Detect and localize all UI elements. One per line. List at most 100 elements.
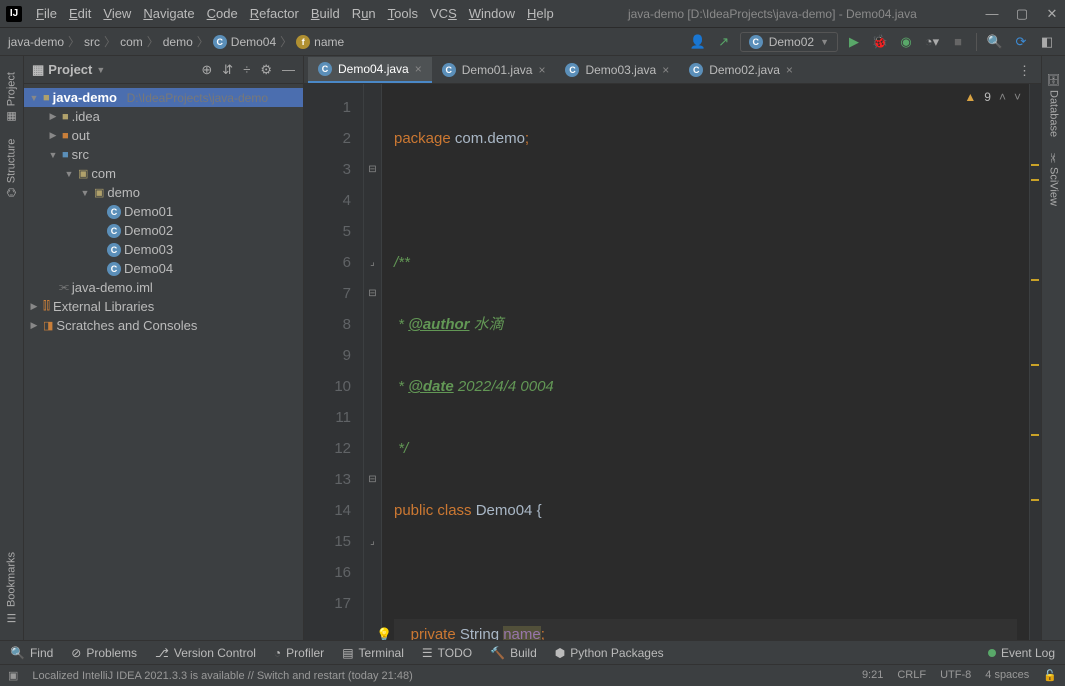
problems-tool[interactable]: ⊘ Problems xyxy=(71,646,137,660)
crumb-src[interactable]: src xyxy=(84,35,100,49)
editor-tab[interactable]: CDemo01.java× xyxy=(432,57,556,83)
select-opened-file-icon[interactable]: ⊕ xyxy=(201,62,212,78)
close-tab-icon[interactable]: × xyxy=(415,62,422,76)
tree-node-src[interactable]: ▼■src xyxy=(24,145,303,164)
close-tab-icon[interactable]: × xyxy=(538,63,545,77)
tree-node-ext-lib[interactable]: ▶⫿⫿External Libraries xyxy=(24,297,303,316)
tree-node-iml[interactable]: ⫘java-demo.iml xyxy=(24,278,303,297)
error-stripe[interactable] xyxy=(1029,84,1041,640)
tree-node-class[interactable]: CDemo03 xyxy=(24,240,303,259)
run-button[interactable]: ▶ xyxy=(844,32,864,52)
menu-run[interactable]: Run xyxy=(346,4,382,23)
coverage-button[interactable]: ◉ xyxy=(896,32,916,52)
tree-node-com[interactable]: ▼▣com xyxy=(24,164,303,183)
fold-icon[interactable]: ⊟ xyxy=(364,154,381,185)
run-config-select[interactable]: C Demo02 ▼ xyxy=(740,32,838,52)
menu-tools[interactable]: Tools xyxy=(382,4,424,23)
stop-button[interactable]: ■ xyxy=(948,32,968,52)
warning-count[interactable]: 9 xyxy=(984,90,991,104)
debug-button[interactable]: 🐞 xyxy=(870,32,890,52)
class-icon: C xyxy=(689,63,703,77)
hide-panel-icon[interactable]: — xyxy=(282,62,295,78)
field-icon: f xyxy=(296,35,310,49)
expander-icon[interactable]: ▼ xyxy=(28,93,40,103)
expander-icon[interactable]: ▶ xyxy=(28,320,40,331)
search-icon[interactable]: 🔍 xyxy=(985,32,1005,52)
sync-icon[interactable]: ⟳ xyxy=(1011,32,1031,52)
find-tool[interactable]: 🔍 Find xyxy=(10,646,53,660)
vcs-tool[interactable]: ⎇ Version Control xyxy=(155,646,256,660)
close-tab-icon[interactable]: × xyxy=(662,63,669,77)
ide-settings-icon[interactable]: ◧ xyxy=(1037,32,1057,52)
tree-node-demo[interactable]: ▼▣demo xyxy=(24,183,303,202)
expander-icon[interactable]: ▶ xyxy=(47,111,59,122)
close-tab-icon[interactable]: × xyxy=(786,63,793,77)
menu-file[interactable]: File xyxy=(30,4,63,23)
event-log-tool[interactable]: Event Log xyxy=(988,646,1055,660)
database-tool-tab[interactable]: 🗄 Database xyxy=(1044,64,1063,145)
project-tool-tab[interactable]: ▦ Project xyxy=(2,64,21,131)
menu-vcs[interactable]: VCS xyxy=(424,4,463,23)
status-message[interactable]: Localized IntelliJ IDEA 2021.3.3 is avai… xyxy=(32,670,412,682)
panel-settings-icon[interactable]: ⚙ xyxy=(260,62,272,78)
python-packages-tool[interactable]: ⬢ Python Packages xyxy=(555,646,664,660)
class-icon: C xyxy=(107,205,121,219)
collapse-all-icon[interactable]: ÷ xyxy=(243,62,250,78)
maximize-button[interactable]: ▢ xyxy=(1015,6,1029,22)
fold-end-icon[interactable]: ⌟ xyxy=(364,526,381,557)
structure-tool-tab[interactable]: ⌬ Structure xyxy=(2,131,21,205)
minimize-button[interactable]: — xyxy=(985,6,999,22)
editor-tab[interactable]: CDemo04.java× xyxy=(308,57,432,83)
tree-node-class[interactable]: CDemo01 xyxy=(24,202,303,221)
expander-icon[interactable]: ▼ xyxy=(47,150,59,160)
tree-node-class[interactable]: CDemo04 xyxy=(24,259,303,278)
expander-icon[interactable]: ▼ xyxy=(79,188,91,198)
tabs-more-icon[interactable]: ⋮ xyxy=(1008,59,1041,83)
expand-all-icon[interactable]: ⇵ xyxy=(222,62,233,78)
line-number-gutter[interactable]: 1234567891011121314151617 xyxy=(304,84,364,640)
close-window-button[interactable]: ✕ xyxy=(1045,6,1059,22)
tree-node-scratches[interactable]: ▶◨Scratches and Consoles xyxy=(24,316,303,335)
build-button[interactable]: ↗ xyxy=(714,32,734,52)
add-user-icon[interactable]: 👤 xyxy=(688,32,708,52)
crumb-project[interactable]: java-demo xyxy=(8,35,64,49)
bookmarks-tool-tab[interactable]: ☰ Bookmarks xyxy=(2,544,21,632)
editor-tab[interactable]: CDemo02.java× xyxy=(679,57,803,83)
prev-highlight-icon[interactable]: ˄ xyxy=(999,90,1006,104)
menu-edit[interactable]: Edit xyxy=(63,4,97,23)
fold-end-icon[interactable]: ⌟ xyxy=(364,247,381,278)
fold-icon[interactable]: ⊟ xyxy=(364,464,381,495)
menu-refactor[interactable]: Refactor xyxy=(244,4,305,23)
menu-code[interactable]: Code xyxy=(201,4,244,23)
project-view-select[interactable]: ▦ Project ▼ xyxy=(32,62,105,78)
menu-navigate[interactable]: Navigate xyxy=(137,4,200,23)
menu-build[interactable]: Build xyxy=(305,4,346,23)
sciview-tool-tab[interactable]: ⫘ SciView xyxy=(1045,145,1063,214)
tree-node-out[interactable]: ▶■out xyxy=(24,126,303,145)
warning-icon[interactable]: ▲ xyxy=(964,90,976,104)
profile-button[interactable]: ◔▾ xyxy=(922,32,942,52)
crumb-com[interactable]: com xyxy=(120,35,143,49)
build-tool[interactable]: 🔨 Build xyxy=(490,646,537,660)
crumb-demo[interactable]: demo xyxy=(163,35,193,49)
todo-tool[interactable]: ☰ TODO xyxy=(422,646,472,660)
expander-icon[interactable]: ▼ xyxy=(63,169,75,179)
fold-icon[interactable]: ⊟ xyxy=(364,278,381,309)
menu-view[interactable]: View xyxy=(97,4,137,23)
tree-project-root[interactable]: ▼ ■ java-demo D:\IdeaProjects\java-demo xyxy=(24,88,303,107)
expander-icon[interactable]: ▶ xyxy=(28,301,40,312)
tree-node-idea[interactable]: ▶■.idea xyxy=(24,107,303,126)
crumb-field[interactable]: fname xyxy=(296,35,344,49)
profiler-tool[interactable]: ◔ Profiler xyxy=(274,646,324,660)
intention-bulb-icon[interactable]: 💡 xyxy=(376,619,392,640)
editor-tab[interactable]: CDemo03.java× xyxy=(555,57,679,83)
menu-help[interactable]: Help xyxy=(521,4,560,23)
next-highlight-icon[interactable]: ˅ xyxy=(1014,90,1021,104)
crumb-class[interactable]: CDemo04 xyxy=(213,35,276,49)
expander-icon[interactable]: ▶ xyxy=(47,130,59,141)
terminal-tool[interactable]: ▤ Terminal xyxy=(342,646,404,660)
run-config-label: Demo02 xyxy=(769,35,814,49)
menu-window[interactable]: Window xyxy=(463,4,521,23)
code-editor[interactable]: package com.demo; /** * @author 水滴 * @da… xyxy=(382,84,1029,640)
tree-node-class[interactable]: CDemo02 xyxy=(24,221,303,240)
